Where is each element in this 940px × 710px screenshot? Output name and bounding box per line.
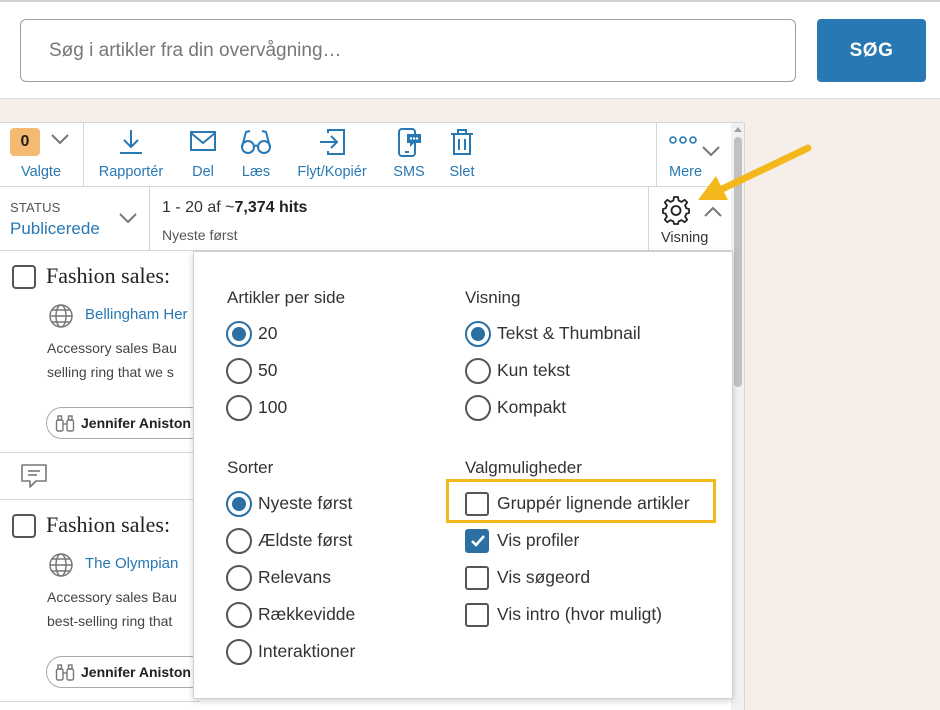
globe-icon <box>49 304 73 328</box>
hits-total: 7,374 hits <box>234 199 308 216</box>
divider <box>0 701 200 702</box>
radio-button[interactable] <box>226 639 252 665</box>
binoculars-icon <box>55 664 75 681</box>
article-checkbox[interactable] <box>12 265 36 289</box>
sms-button[interactable]: SMS <box>388 123 430 187</box>
profile-tag-label: Jennifer Aniston <box>81 415 191 431</box>
article-snippet-line: Accessory sales Bau <box>47 340 177 356</box>
divider <box>0 452 200 453</box>
comment-icon[interactable] <box>20 462 48 490</box>
article-snippet: Accessory sales Bau selling ring that we … <box>47 336 177 384</box>
checkbox[interactable] <box>465 529 489 553</box>
move-copy-icon <box>320 129 345 155</box>
download-icon <box>120 130 142 154</box>
glasses-icon <box>241 130 271 154</box>
hits-prefix: 1 - 20 af ~ <box>162 199 235 216</box>
option-label: Interaktioner <box>258 641 356 661</box>
trash-icon <box>451 129 473 155</box>
options-heading: Valgmuligheder <box>465 458 582 477</box>
per-page-heading: Artikler per side <box>227 288 346 307</box>
radio-button[interactable] <box>226 565 252 591</box>
profile-tag[interactable]: Jennifer Aniston <box>46 656 206 688</box>
radio-button[interactable] <box>226 321 252 347</box>
option-label: Vis søgeord <box>497 567 591 587</box>
option-label: Vis profiler <box>497 530 580 550</box>
status-row: STATUS Publicerede 1 - 20 af ~7,374 hits… <box>0 187 731 251</box>
article-snippet-line: Accessory sales Bau <box>47 589 177 605</box>
divider <box>0 499 200 500</box>
view-settings-label: Visning <box>661 230 709 246</box>
report-label: Rapportér <box>98 164 164 180</box>
delete-label: Slet <box>449 164 475 180</box>
share-button[interactable]: Del <box>183 123 223 187</box>
sort-heading: Sorter <box>227 458 274 477</box>
article-snippet-line: best-selling ring that <box>47 613 173 629</box>
option-label: Vis intro (hvor muligt) <box>497 604 663 624</box>
profile-tag[interactable]: Jennifer Aniston <box>46 407 206 439</box>
article-source[interactable]: Bellingham Her <box>85 306 188 323</box>
radio-button[interactable] <box>226 358 252 384</box>
radio-button[interactable] <box>465 395 491 421</box>
status-value: Publicerede <box>10 219 100 238</box>
globe-icon <box>49 553 73 577</box>
view-heading: Visning <box>465 288 521 307</box>
option-label: Kun tekst <box>497 360 570 380</box>
scroll-up-arrow[interactable] <box>734 127 742 132</box>
radio-button[interactable] <box>226 395 252 421</box>
radio-button[interactable] <box>226 528 252 554</box>
option-label: Nyeste først <box>258 493 353 513</box>
article-source[interactable]: The Olympian <box>85 555 178 572</box>
option-label: 50 <box>258 360 278 380</box>
radio-button[interactable] <box>465 358 491 384</box>
selected-count-badge: 0 <box>10 128 40 156</box>
binoculars-icon <box>55 415 75 432</box>
share-label: Del <box>192 164 214 180</box>
radio-button[interactable] <box>226 491 252 517</box>
hits-count: 1 - 20 af ~7,374 hits <box>162 199 307 217</box>
search-button[interactable]: SØG <box>817 19 926 82</box>
chevron-down-icon <box>119 213 137 224</box>
option-label: Tekst & Thumbnail <box>497 323 641 343</box>
checkbox[interactable] <box>465 603 489 627</box>
top-border <box>0 0 940 2</box>
read-label: Læs <box>241 164 271 180</box>
highlight-box <box>446 479 716 523</box>
radio-button[interactable] <box>226 602 252 628</box>
report-button[interactable]: Rapportér <box>90 123 172 187</box>
sms-label: SMS <box>393 164 425 180</box>
option-label: 100 <box>258 397 288 417</box>
envelope-icon <box>190 131 216 151</box>
article-checkbox[interactable] <box>12 514 36 538</box>
checkbox[interactable] <box>465 566 489 590</box>
search-input[interactable] <box>20 19 796 82</box>
sms-phone-icon <box>398 128 421 157</box>
article-title[interactable]: Fashion sales: <box>46 263 170 289</box>
view-settings-dropdown: Artikler per side 20 50 100 Sorter Nyest… <box>193 251 733 699</box>
current-sort: Nyeste først <box>162 227 238 243</box>
move-copy-button[interactable]: Flyt/Kopiér <box>289 123 375 187</box>
status-caption: STATUS <box>10 200 61 215</box>
annotation-arrow-icon <box>698 144 812 200</box>
article-title[interactable]: Fashion sales: <box>46 512 170 538</box>
read-button[interactable]: Læs <box>236 123 276 187</box>
delete-button[interactable]: Slet <box>442 123 482 187</box>
option-label: Rækkevidde <box>258 604 356 624</box>
gear-icon <box>662 196 690 225</box>
option-label: Ældste først <box>258 530 353 550</box>
option-label: 20 <box>258 323 278 343</box>
article-snippet: Accessory sales Bau best-selling ring tha… <box>47 585 177 633</box>
radio-button[interactable] <box>465 321 491 347</box>
article-snippet-line: selling ring that we s <box>47 364 174 380</box>
chevron-down-icon <box>51 134 69 145</box>
option-label: Relevans <box>258 567 331 587</box>
selected-dropdown[interactable]: 0 Valgte <box>0 123 84 187</box>
profile-tag-label: Jennifer Aniston <box>81 664 191 680</box>
action-toolbar: 0 Valgte Rapportér Del Læs Flyt/Kopiér S… <box>0 123 731 187</box>
status-filter[interactable]: STATUS Publicerede <box>0 187 150 251</box>
selected-label: Valgte <box>20 164 62 180</box>
move-copy-label: Flyt/Kopiér <box>297 164 367 180</box>
checkmark-icon <box>471 535 485 547</box>
option-label: Kompakt <box>497 397 567 417</box>
